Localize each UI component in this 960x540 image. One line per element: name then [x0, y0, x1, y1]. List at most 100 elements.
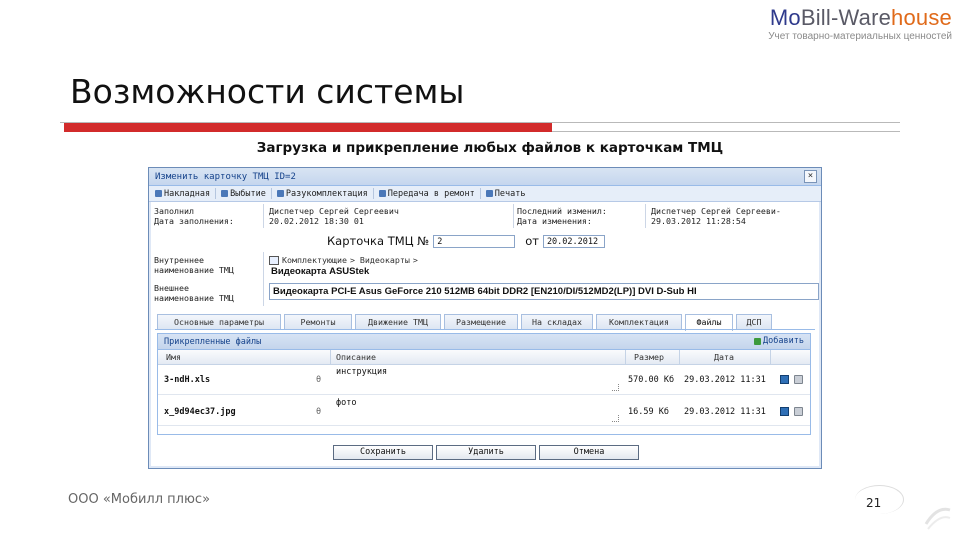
column-divider: [330, 350, 331, 364]
meta-divider: [263, 204, 264, 228]
repair-icon: [378, 190, 386, 197]
files-grid-header: Имя Описание Размер Дата: [158, 350, 810, 365]
attached-files-panel: Прикрепленные файлы Добавить Имя Описани…: [157, 333, 811, 435]
breadcrumb-item[interactable]: >: [413, 255, 418, 265]
window-title: Изменить карточку ТМЦ ID=2: [155, 171, 296, 182]
resize-grip: [612, 415, 619, 422]
toolbar-separator: [372, 188, 374, 199]
column-divider: [770, 350, 771, 364]
col-header-size[interactable]: Размер: [634, 352, 664, 362]
change-date-label: Дата изменения:: [517, 216, 592, 226]
fill-date-label: Дата заполнения:: [154, 216, 234, 226]
table-row[interactable]: 3-ndH.xls θ инструкция 570.00 Кб 29.03.2…: [158, 364, 810, 395]
title-accent-bar: [64, 123, 552, 132]
edit-card-window: Изменить карточку ТМЦ ID=2 × Накладная В…: [148, 167, 822, 469]
last-changed-label: Последний изменил:: [517, 206, 607, 216]
file-size: 16.59 Кб: [628, 407, 669, 417]
file-description[interactable]: фото: [336, 398, 356, 408]
card-date-prefix: от: [525, 234, 539, 248]
window-titlebar: Изменить карточку ТМЦ ID=2 ×: [149, 168, 821, 186]
close-icon[interactable]: ×: [804, 170, 817, 183]
files-panel-title: Прикрепленные файлы: [164, 336, 262, 347]
tab-movement[interactable]: Движение ТМЦ: [355, 314, 441, 329]
slide-footer: ООО «Мобилл плюс»: [68, 492, 211, 507]
remove-icon: [221, 190, 229, 197]
file-kind-icon: θ: [316, 375, 322, 385]
toolbar-separator: [479, 188, 481, 199]
card-date-input[interactable]: 20.02.2012: [542, 234, 605, 248]
file-name[interactable]: 3-ndH.xls: [164, 375, 210, 385]
internal-name-label-line1: Внутреннее: [154, 255, 204, 265]
logo-tagline: Учет товарно-материальных ценностей: [768, 31, 952, 42]
document-icon: [155, 190, 162, 197]
card-form: Заполнил Дата заполнения: Диспетчер Серг…: [151, 202, 819, 466]
logo-wordmark: MoBill-Warehouse: [769, 5, 952, 30]
col-header-date[interactable]: Дата: [714, 352, 734, 362]
col-header-description[interactable]: Описание: [336, 352, 376, 362]
internal-name-label-line2: наименование ТМЦ: [154, 265, 234, 275]
split-icon: [276, 190, 284, 197]
external-name-input[interactable]: Видеокарта PCI-E Asus GeForce 210 512MB …: [269, 283, 819, 300]
filled-by-label: Заполнил: [154, 206, 194, 216]
change-date-value: 29.03.2012 11:28:54: [651, 216, 746, 226]
file-date: 29.03.2012 11:31: [684, 375, 766, 385]
print-icon: [485, 190, 493, 197]
meta-divider: [513, 204, 514, 228]
external-name-label-line1: Внешнее: [154, 283, 189, 293]
toolbar-dispose-button[interactable]: Выбытие: [218, 187, 269, 200]
tab-placement[interactable]: Размещение: [444, 314, 518, 329]
delete-icon[interactable]: [794, 375, 803, 384]
file-size: 570.00 Кб: [628, 375, 675, 385]
table-row[interactable]: x_9d94ec37.jpg θ фото 16.59 Кб 29.03.201…: [158, 395, 810, 426]
cancel-button[interactable]: Отмена: [539, 445, 639, 460]
label-divider: [263, 252, 264, 306]
download-icon[interactable]: [780, 407, 789, 416]
page-number: 21: [866, 496, 882, 510]
download-icon[interactable]: [780, 375, 789, 384]
changed-by-value: Диспетчер Сергей Сергееви-: [651, 206, 781, 216]
delete-button[interactable]: Удалить: [436, 445, 536, 460]
card-number-row: Карточка ТМЦ № 2 от 20.02.2012: [327, 234, 605, 248]
tab-main-parameters[interactable]: Основные параметры: [157, 314, 281, 329]
fill-date-value: 20.02.2012 18:30 01: [269, 216, 364, 226]
file-kind-icon: θ: [316, 407, 322, 417]
slide-subtitle: Загрузка и прикрепление любых файлов к к…: [256, 140, 724, 156]
dialog-buttons: Сохранить Удалить Отмена: [333, 445, 639, 462]
toolbar-separator: [270, 188, 272, 199]
card-number-input[interactable]: 2: [433, 234, 516, 248]
delete-icon[interactable]: [794, 407, 803, 416]
file-date: 29.03.2012 11:31: [684, 407, 766, 417]
meta-divider: [645, 204, 646, 228]
tab-assembly[interactable]: Комплектация: [596, 314, 682, 329]
toolbar-separator: [215, 188, 217, 199]
tab-warehouses[interactable]: На складах: [521, 314, 593, 329]
file-name[interactable]: x_9d94ec37.jpg: [164, 407, 236, 417]
toolbar-repair-button[interactable]: Передача в ремонт: [376, 187, 478, 200]
title-divider-lower: [552, 131, 900, 132]
breadcrumb-item[interactable]: Комплектующие: [282, 255, 347, 265]
card-tabs: Основные параметры Ремонты Движение ТМЦ …: [157, 314, 772, 331]
toolbar-disassemble-button[interactable]: Разукомплектация: [274, 187, 371, 200]
tab-repairs[interactable]: Ремонты: [284, 314, 352, 329]
breadcrumb-item[interactable]: > Видеокарты: [350, 255, 410, 265]
corner-swirl-icon: [924, 507, 951, 530]
column-divider: [679, 350, 680, 364]
column-divider: [625, 350, 626, 364]
external-name-label-line2: наименование ТМЦ: [154, 293, 234, 303]
resize-grip: [612, 384, 619, 391]
filled-by-value: Диспетчер Сергей Сергеевич: [269, 206, 399, 216]
tree-icon: [269, 255, 279, 265]
internal-name-value: Видеокарта ASUStek: [271, 266, 370, 277]
toolbar-invoice-button[interactable]: Накладная: [152, 187, 213, 200]
slide-title: Возможности системы: [70, 72, 465, 111]
col-header-name[interactable]: Имя: [166, 352, 181, 362]
save-button[interactable]: Сохранить: [333, 445, 433, 460]
tabs-baseline: [155, 329, 815, 330]
add-icon: [754, 337, 762, 345]
tab-dsp[interactable]: ДСП: [736, 314, 772, 329]
brand-logo: MoBill-Warehouse Учет товарно-материальн…: [768, 5, 952, 43]
add-file-button[interactable]: Добавить: [754, 336, 804, 346]
toolbar-print-button[interactable]: Печать: [483, 187, 529, 200]
files-panel-header: Прикрепленные файлы Добавить: [158, 334, 810, 350]
file-description[interactable]: инструкция: [336, 367, 387, 377]
